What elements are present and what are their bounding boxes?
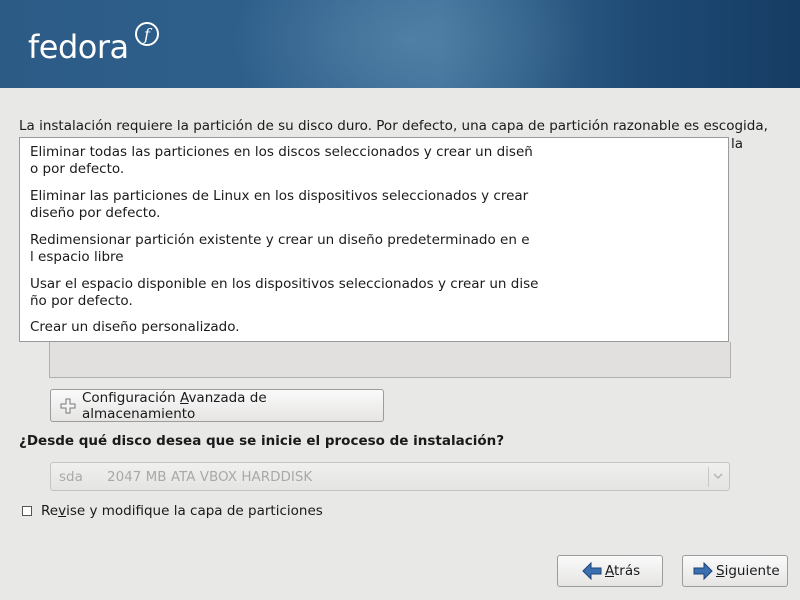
plus-icon bbox=[60, 398, 76, 413]
fedora-banner: fedora f bbox=[0, 0, 800, 88]
option-line: Usar el espacio disponible en los dispos… bbox=[30, 276, 539, 292]
option-line: Eliminar todas las particiones en los di… bbox=[30, 144, 533, 160]
option-line: ño por defecto. bbox=[30, 293, 133, 309]
review-partitions-label: Revise y modifique la capa de particione… bbox=[41, 503, 323, 519]
advanced-storage-label: Configuración Avanzada de almacenamiento bbox=[82, 389, 267, 422]
boot-disk-question: ¿Desde qué disco desea que se inicie el … bbox=[19, 433, 505, 449]
option-line: diseño por defecto. bbox=[30, 205, 161, 221]
checkbox-box[interactable] bbox=[22, 506, 32, 516]
next-label: Siguiente bbox=[716, 563, 780, 579]
boot-disk-select[interactable]: sda 2047 MB ATA VBOX HARDDISK bbox=[50, 462, 730, 491]
banner-glow bbox=[230, 0, 590, 88]
fedora-logo-icon: f bbox=[135, 22, 159, 46]
intro-text-tail: la bbox=[731, 136, 744, 152]
select-separator bbox=[708, 467, 709, 487]
boot-disk-name: sda bbox=[59, 468, 83, 485]
option-line: Redimensionar partición existente y crea… bbox=[30, 232, 530, 248]
fedora-logo-text: fedora bbox=[28, 28, 129, 66]
option-remove-linux[interactable]: Eliminar las particiones de Linux en los… bbox=[30, 188, 550, 222]
option-custom-layout[interactable]: Crear un diseño personalizado. bbox=[30, 319, 550, 336]
option-resize[interactable]: Redimensionar partición existente y crea… bbox=[30, 232, 550, 266]
option-use-free-space[interactable]: Usar el espacio disponible en los dispos… bbox=[30, 276, 550, 310]
option-remove-all[interactable]: Eliminar todas las particiones en los di… bbox=[30, 144, 550, 178]
intro-text: La instalación requiere la partición de … bbox=[19, 118, 768, 134]
option-line: o por defecto. bbox=[30, 161, 125, 177]
option-line: Crear un diseño personalizado. bbox=[30, 319, 240, 335]
advanced-storage-button[interactable]: Configuración Avanzada de almacenamiento bbox=[50, 389, 384, 422]
next-button[interactable]: Siguiente bbox=[682, 555, 788, 587]
partition-layout-dropdown-list[interactable]: Eliminar todas las particiones en los di… bbox=[19, 137, 729, 342]
partition-panel-background bbox=[49, 342, 731, 378]
forward-arrow-icon bbox=[693, 562, 713, 580]
option-line: l espacio libre bbox=[30, 249, 124, 265]
boot-disk-description: 2047 MB ATA VBOX HARDDISK bbox=[107, 468, 313, 485]
back-arrow-icon bbox=[582, 562, 602, 580]
option-line: Eliminar las particiones de Linux en los… bbox=[30, 188, 529, 204]
chevron-down-icon bbox=[713, 473, 723, 479]
back-button[interactable]: Atrás bbox=[557, 555, 663, 587]
back-label: Atrás bbox=[605, 563, 641, 579]
review-partitions-checkbox[interactable]: Revise y modifique la capa de particione… bbox=[22, 503, 323, 519]
